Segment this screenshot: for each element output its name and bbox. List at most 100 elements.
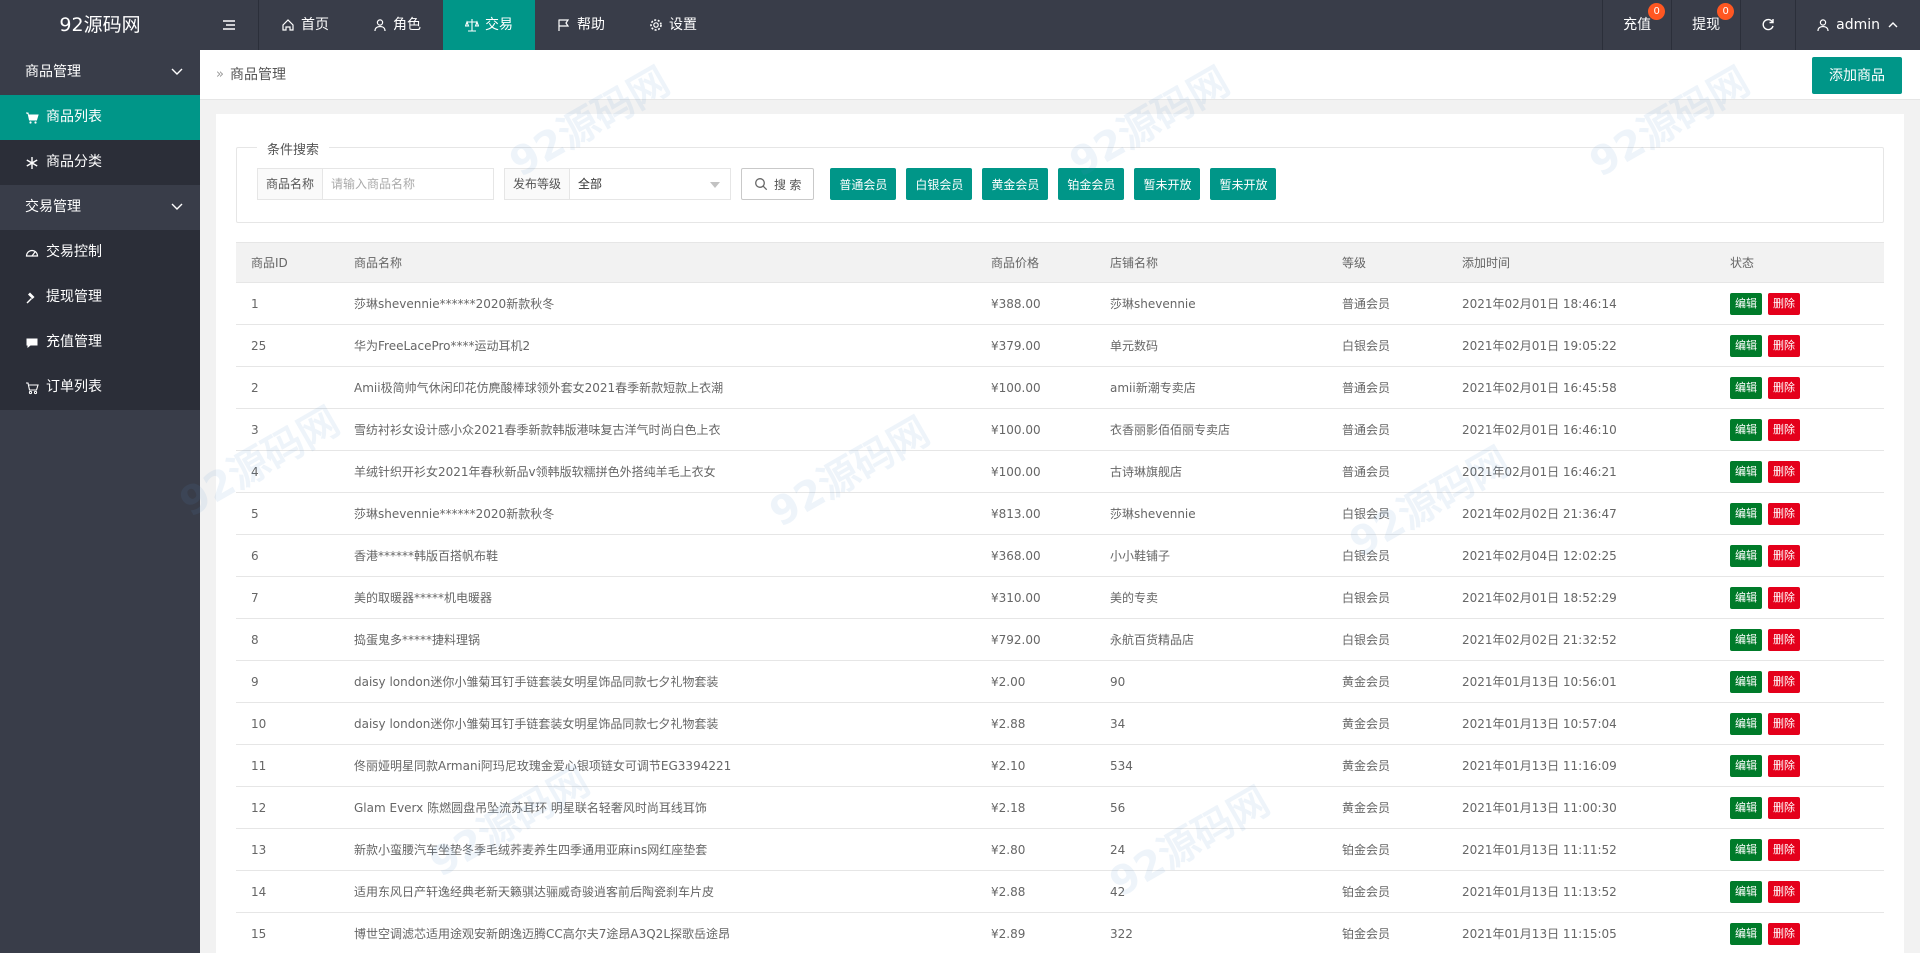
edit-button[interactable]: 编辑 xyxy=(1730,838,1762,861)
cell-shop: 小小鞋铺子 xyxy=(1095,534,1327,577)
delete-button[interactable]: 删除 xyxy=(1768,292,1800,315)
edit-button[interactable]: 编辑 xyxy=(1730,880,1762,903)
app-logo[interactable]: 92源码网 xyxy=(0,0,200,50)
refresh-button[interactable] xyxy=(1740,0,1795,50)
delete-button[interactable]: 删除 xyxy=(1768,376,1800,399)
delete-button[interactable]: 删除 xyxy=(1768,838,1800,861)
level-select[interactable]: 全部 xyxy=(570,169,730,199)
level-button-platinum[interactable]: 铂金会员 xyxy=(1058,168,1125,200)
user-menu[interactable]: admin xyxy=(1795,0,1920,50)
delete-button[interactable]: 删除 xyxy=(1768,460,1800,483)
level-button-gold[interactable]: 黄金会员 xyxy=(982,168,1049,200)
cell-level: 黄金会员 xyxy=(1327,786,1447,829)
sidebar-group-products[interactable]: 商品管理 xyxy=(0,50,200,95)
edit-button[interactable]: 编辑 xyxy=(1730,544,1762,567)
edit-button[interactable]: 编辑 xyxy=(1730,334,1762,357)
topnav-item-trade[interactable]: 交易 xyxy=(443,0,535,50)
delete-button[interactable]: 删除 xyxy=(1768,712,1800,735)
product-name-label: 商品名称 xyxy=(258,169,324,199)
edit-button[interactable]: 编辑 xyxy=(1730,796,1762,819)
recharge-button[interactable]: 充值 0 xyxy=(1602,0,1671,50)
sidebar-item-product-category[interactable]: 商品分类 xyxy=(0,140,200,185)
cell-name: 香港******韩版百搭帆布鞋 xyxy=(339,534,976,577)
sidebar-item-withdraw-manage[interactable]: 提现管理 xyxy=(0,275,200,320)
delete-button[interactable]: 删除 xyxy=(1768,334,1800,357)
cell-id: 25 xyxy=(236,324,339,367)
cell-actions: 编辑 删除 xyxy=(1715,702,1884,745)
cell-time: 2021年02月02日 21:32:52 xyxy=(1447,618,1715,661)
cell-time: 2021年01月13日 10:56:01 xyxy=(1447,660,1715,703)
edit-button[interactable]: 编辑 xyxy=(1730,502,1762,525)
cell-level: 铂金会员 xyxy=(1327,870,1447,913)
edit-button[interactable]: 编辑 xyxy=(1730,922,1762,945)
edit-button[interactable]: 编辑 xyxy=(1730,418,1762,441)
cell-actions: 编辑 删除 xyxy=(1715,660,1884,703)
cell-price: ¥100.00 xyxy=(976,450,1095,493)
edit-button[interactable]: 编辑 xyxy=(1730,712,1762,735)
table-row: 7 美的取暖器*****机电暖器 ¥310.00 美的专卖 白银会员 2021年02月01… xyxy=(236,576,1884,619)
cell-name: 新款小蛮腰汽车坐垫冬季毛绒荞麦养生四季通用亚麻ins网红座垫套 xyxy=(339,828,976,871)
level-select-value: 全部 xyxy=(578,177,603,191)
delete-button[interactable]: 删除 xyxy=(1768,880,1800,903)
edit-button[interactable]: 编辑 xyxy=(1730,628,1762,651)
sidebar-item-trade-control[interactable]: 交易控制 xyxy=(0,230,200,275)
user-icon xyxy=(1817,19,1829,32)
username: admin xyxy=(1836,17,1880,33)
level-button-unavailable-1[interactable]: 暂未开放 xyxy=(1134,168,1201,200)
delete-button[interactable]: 删除 xyxy=(1768,586,1800,609)
topnav-item-role[interactable]: 角色 xyxy=(351,0,443,50)
snowflake-icon xyxy=(26,156,38,169)
delete-button[interactable]: 删除 xyxy=(1768,922,1800,945)
sidebar-item-label: 订单列表 xyxy=(46,379,102,395)
cell-price: ¥100.00 xyxy=(976,408,1095,451)
delete-button[interactable]: 删除 xyxy=(1768,670,1800,693)
level-button-silver[interactable]: 白银会员 xyxy=(906,168,973,200)
sidebar-toggle-button[interactable] xyxy=(200,0,259,50)
delete-button[interactable]: 删除 xyxy=(1768,796,1800,819)
sidebar: 商品管理 商品列表 商品分类 交易管理 交易控制 提现管理 充值管理 订单列表 xyxy=(0,50,200,953)
product-name-input[interactable] xyxy=(323,169,494,199)
sidebar-item-recharge-manage[interactable]: 充值管理 xyxy=(0,320,200,365)
level-button-unavailable-2[interactable]: 暂未开放 xyxy=(1210,168,1277,200)
edit-button[interactable]: 编辑 xyxy=(1730,754,1762,777)
cell-time: 2021年02月02日 21:36:47 xyxy=(1447,492,1715,535)
edit-button[interactable]: 编辑 xyxy=(1730,586,1762,609)
add-product-button[interactable]: 添加商品 xyxy=(1812,57,1902,94)
search-button[interactable]: 搜 索 xyxy=(741,168,815,200)
delete-button[interactable]: 删除 xyxy=(1768,502,1800,525)
topnav-item-help[interactable]: 帮助 xyxy=(535,0,627,50)
delete-button[interactable]: 删除 xyxy=(1768,754,1800,777)
sidebar-item-product-list[interactable]: 商品列表 xyxy=(0,95,200,140)
cell-actions: 编辑 删除 xyxy=(1715,450,1884,493)
edit-button[interactable]: 编辑 xyxy=(1730,670,1762,693)
cell-shop: 534 xyxy=(1095,744,1327,787)
delete-button[interactable]: 删除 xyxy=(1768,544,1800,567)
cell-time: 2021年02月01日 16:46:10 xyxy=(1447,408,1715,451)
cell-id: 12 xyxy=(236,786,339,829)
cell-actions: 编辑 删除 xyxy=(1715,366,1884,409)
delete-button[interactable]: 删除 xyxy=(1768,628,1800,651)
user-icon xyxy=(374,19,386,32)
col-header-price: 商品价格 xyxy=(976,242,1095,283)
cell-id: 2 xyxy=(236,366,339,409)
sidebar-group-label: 商品管理 xyxy=(25,64,81,80)
level-button-normal[interactable]: 普通会员 xyxy=(830,168,897,200)
edit-button[interactable]: 编辑 xyxy=(1730,292,1762,315)
sidebar-item-order-list[interactable]: 订单列表 xyxy=(0,365,200,410)
withdraw-button[interactable]: 提现 0 xyxy=(1671,0,1740,50)
cart-outline-icon xyxy=(26,381,39,394)
cell-price: ¥2.88 xyxy=(976,702,1095,745)
cell-id: 14 xyxy=(236,870,339,913)
topnav-item-settings[interactable]: 设置 xyxy=(627,0,719,50)
cell-name: 捣蛋鬼多*****捷料理锅 xyxy=(339,618,976,661)
cell-price: ¥100.00 xyxy=(976,366,1095,409)
table-row: 10 daisy london迷你小雏菊耳钉手链套装女明星饰品同款七夕礼物套装 ¥2… xyxy=(236,702,1884,745)
sidebar-group-trade[interactable]: 交易管理 xyxy=(0,185,200,230)
breadcrumb-current[interactable]: 商品管理 xyxy=(230,50,286,100)
double-chevron-right-icon: » xyxy=(216,67,224,82)
topnav-item-home[interactable]: 首页 xyxy=(259,0,351,50)
cell-level: 普通会员 xyxy=(1327,450,1447,493)
delete-button[interactable]: 删除 xyxy=(1768,418,1800,441)
edit-button[interactable]: 编辑 xyxy=(1730,460,1762,483)
edit-button[interactable]: 编辑 xyxy=(1730,376,1762,399)
